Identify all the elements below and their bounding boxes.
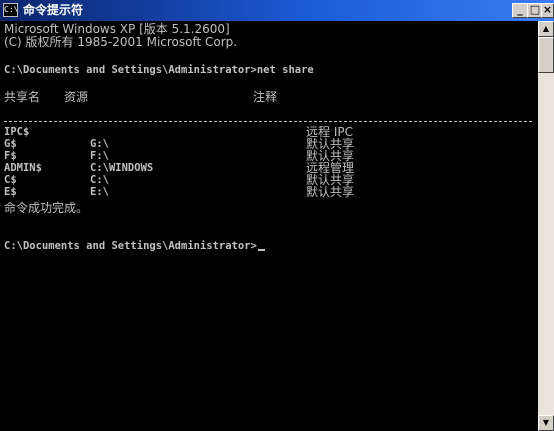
close-button[interactable]: × bbox=[541, 3, 554, 18]
completion-message: 命令成功完成。 bbox=[4, 201, 89, 215]
console-output[interactable]: Microsoft Windows XP [版本 5.1.2600] (C) 版… bbox=[0, 21, 538, 431]
scrollbar-thumb[interactable] bbox=[538, 37, 554, 73]
header-remark: 注释 bbox=[253, 90, 278, 104]
scroll-up-icon[interactable]: ▲ bbox=[538, 21, 554, 37]
title-bar[interactable]: C:\ 命令提示符 _ □ × bbox=[0, 0, 554, 21]
separator-line bbox=[4, 121, 532, 122]
share-resource: E:\ bbox=[90, 186, 109, 198]
vertical-scrollbar[interactable]: ▲ ▼ bbox=[538, 21, 554, 431]
console-app-icon[interactable]: C:\ bbox=[3, 3, 18, 17]
share-remark: 默认共享 bbox=[306, 185, 355, 199]
header-resource: 资源 bbox=[64, 90, 89, 104]
minimize-button[interactable]: _ bbox=[512, 3, 528, 18]
window-title: 命令提示符 bbox=[23, 3, 84, 17]
header-share-name: 共享名 bbox=[4, 90, 41, 104]
share-name: E$ bbox=[4, 186, 17, 198]
text-cursor bbox=[257, 249, 265, 251]
prompt-line: C:\Documents and Settings\Administrator> bbox=[4, 240, 265, 253]
banner-line-copyright: (C) 版权所有 1985-2001 Microsoft Corp. bbox=[4, 35, 238, 49]
scroll-down-icon[interactable]: ▼ bbox=[538, 415, 554, 431]
command-prompt-window: C:\ 命令提示符 _ □ × Microsoft Windows XP [版本… bbox=[0, 0, 554, 431]
prompt-command-line: C:\Documents and Settings\Administrator>… bbox=[4, 64, 314, 76]
prompt-text: C:\Documents and Settings\Administrator> bbox=[4, 240, 257, 252]
